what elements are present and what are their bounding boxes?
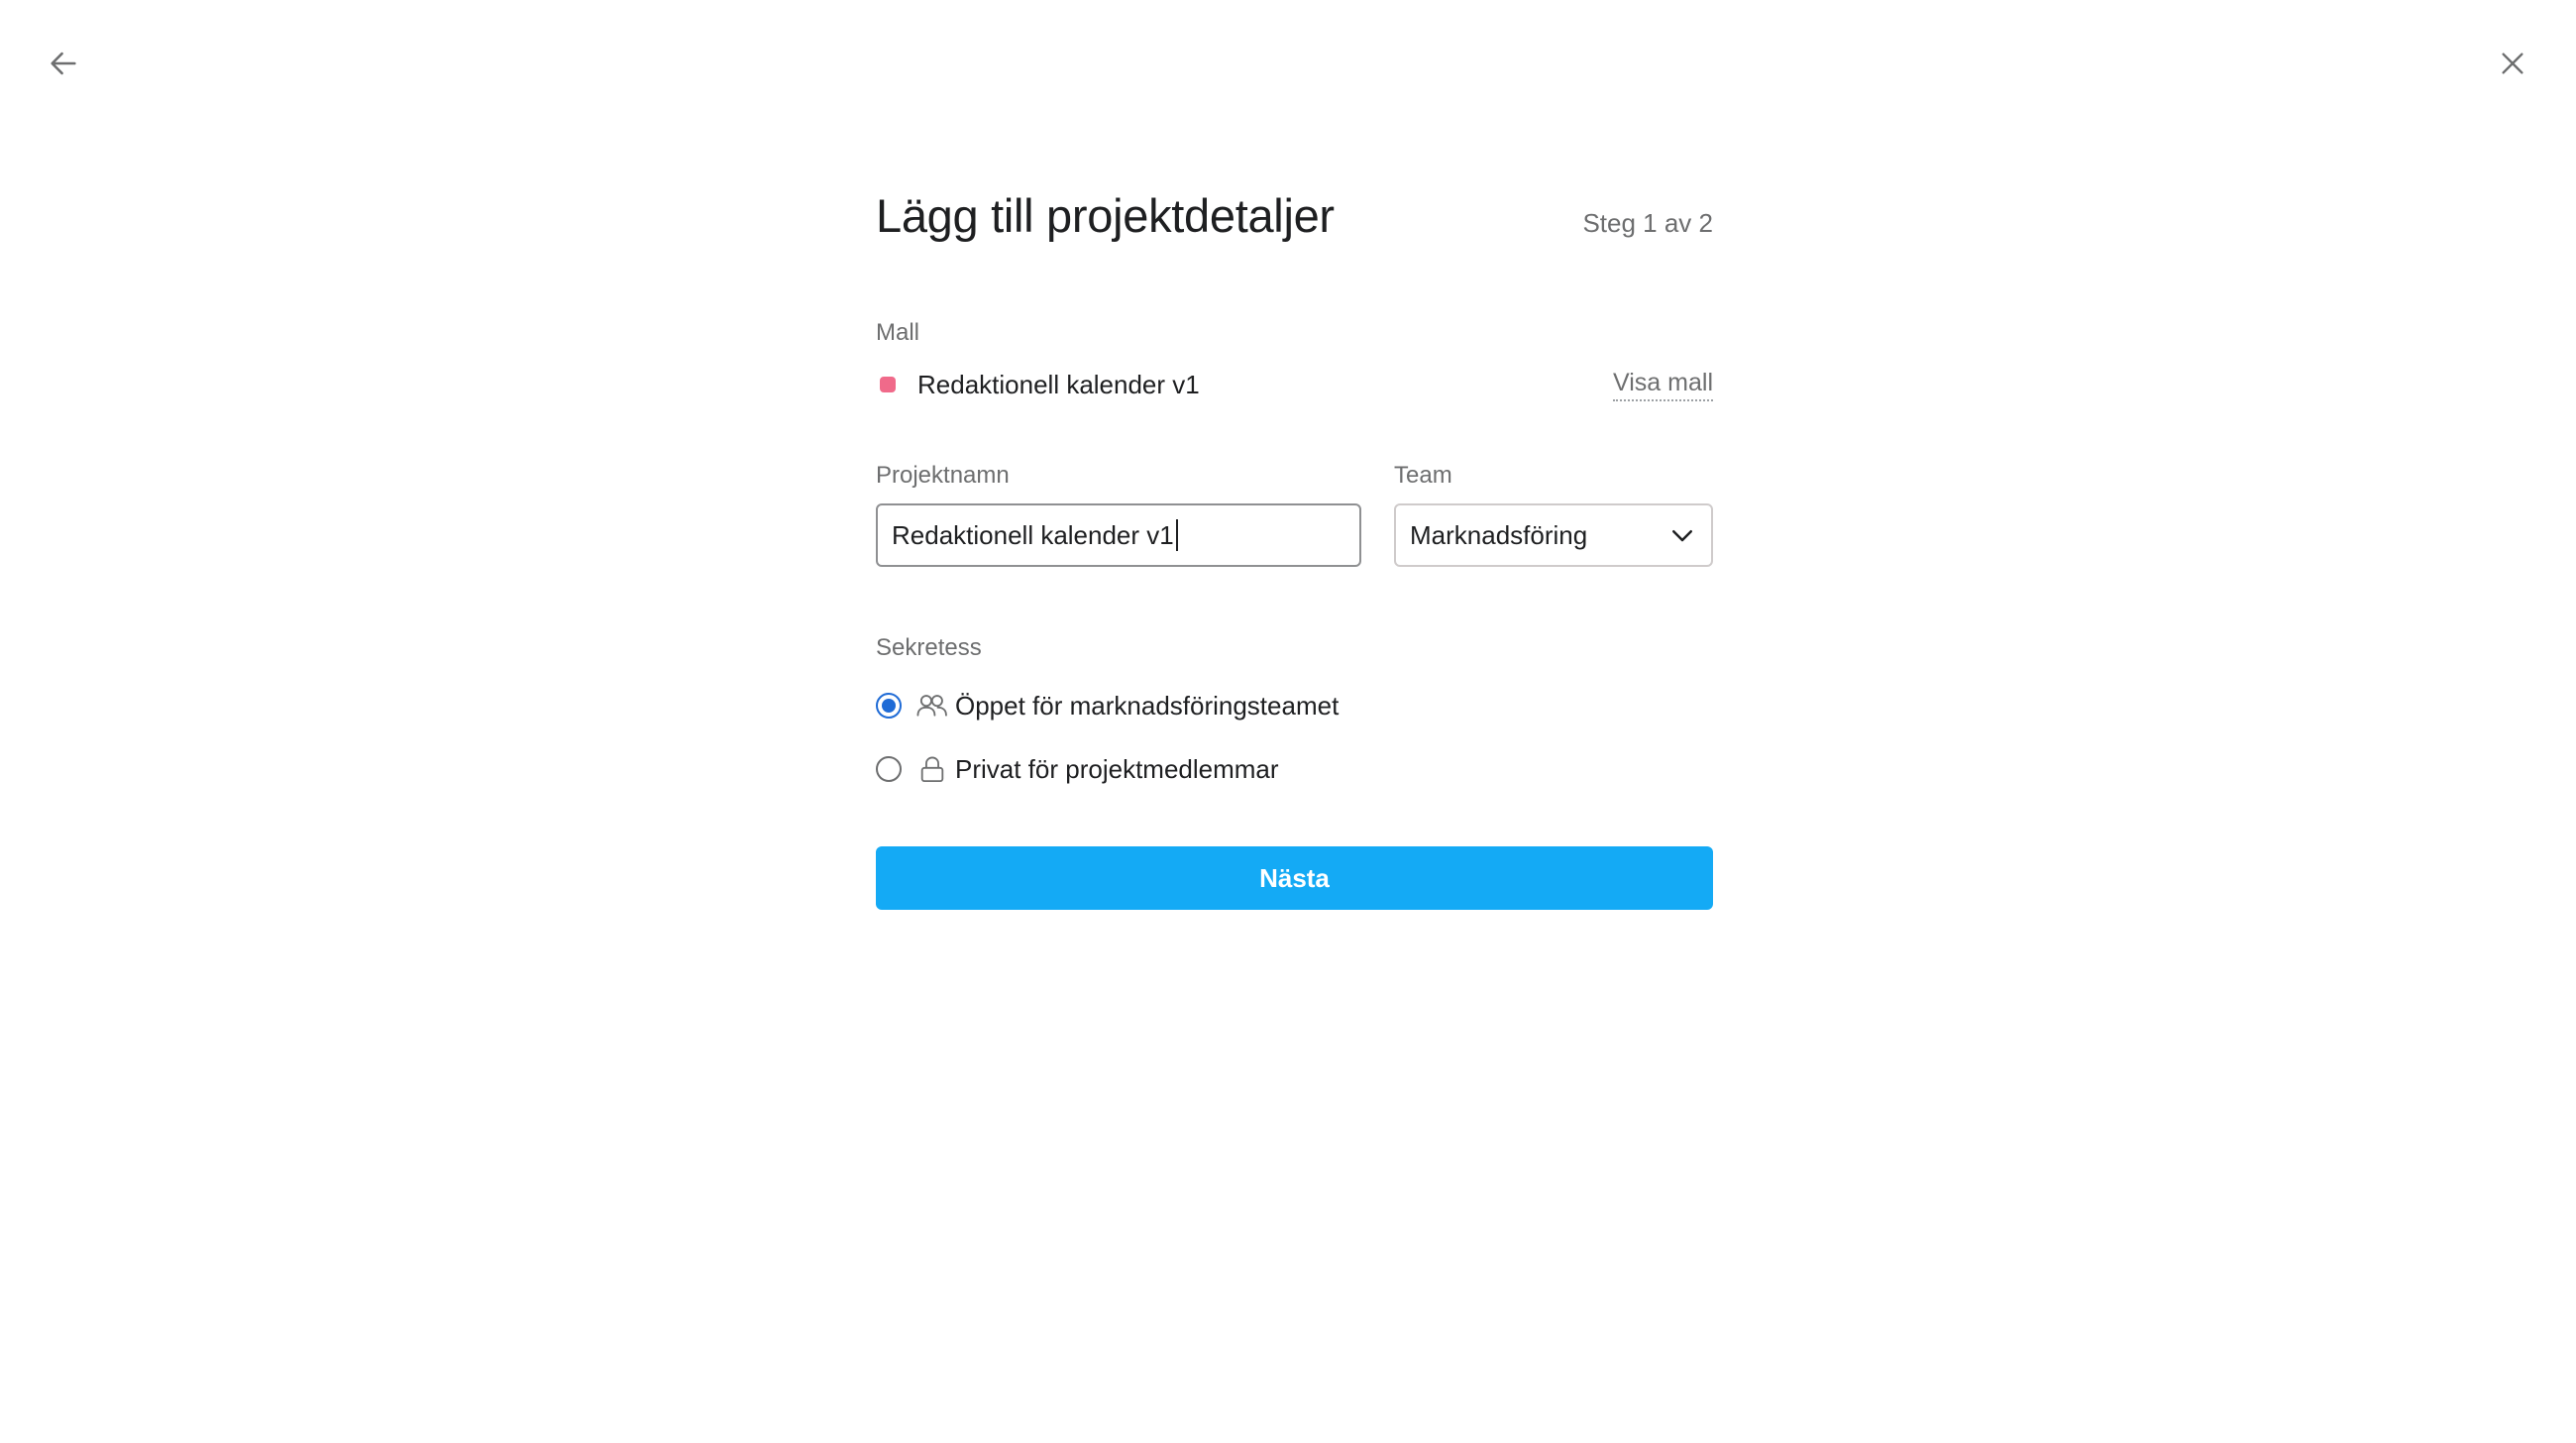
project-name-label: Projektnamn <box>876 462 1010 489</box>
page-title: Lägg till projektdetaljer <box>876 189 1335 242</box>
template-row: Redaktionell kalender v1 Visa mall <box>876 363 1713 406</box>
privacy-option-private[interactable]: Privat för projektmedlemmar <box>876 747 1713 791</box>
template-name: Redaktionell kalender v1 <box>917 369 1200 399</box>
template-color-dot <box>880 377 896 392</box>
next-button[interactable]: Nästa <box>876 846 1713 910</box>
form-header: Lägg till projektdetaljer Steg 1 av 2 <box>876 188 1713 258</box>
team-select[interactable]: Marknadsföring <box>1394 503 1713 567</box>
close-icon <box>2502 53 2523 74</box>
template-label: Mall <box>876 319 920 346</box>
project-name-value: Redaktionell kalender v1 <box>892 519 1174 550</box>
team-label: Team <box>1394 462 1452 489</box>
step-indicator: Steg 1 av 2 <box>1582 208 1713 238</box>
view-template-link[interactable]: Visa mall <box>1613 369 1713 401</box>
text-cursor <box>1175 519 1178 551</box>
arrow-left-icon <box>51 52 76 75</box>
privacy-radio-team[interactable] <box>876 693 902 719</box>
project-name-field: Projektnamn Redaktionell kalender v1 <box>876 462 1361 567</box>
fields-row: Projektnamn Redaktionell kalender v1 Tea… <box>876 462 1713 567</box>
lock-icon <box>915 754 949 784</box>
chevron-down-icon <box>1672 530 1692 542</box>
back-button[interactable] <box>40 40 87 87</box>
team-selected-value: Marknadsföring <box>1410 519 1588 550</box>
close-button[interactable] <box>2489 40 2536 87</box>
project-name-input[interactable]: Redaktionell kalender v1 <box>876 503 1361 567</box>
privacy-option-team[interactable]: Öppet för marknadsföringsteamet <box>876 684 1713 727</box>
privacy-radio-private[interactable] <box>876 756 902 782</box>
privacy-option-private-label: Privat för projektmedlemmar <box>955 753 1279 784</box>
privacy-option-team-label: Öppet för marknadsföringsteamet <box>955 690 1340 721</box>
team-icon <box>915 691 949 721</box>
project-details-form: Lägg till projektdetaljer Steg 1 av 2 Ma… <box>876 188 1713 910</box>
privacy-label: Sekretess <box>876 634 982 661</box>
team-field: Team Marknadsföring <box>1394 462 1713 567</box>
